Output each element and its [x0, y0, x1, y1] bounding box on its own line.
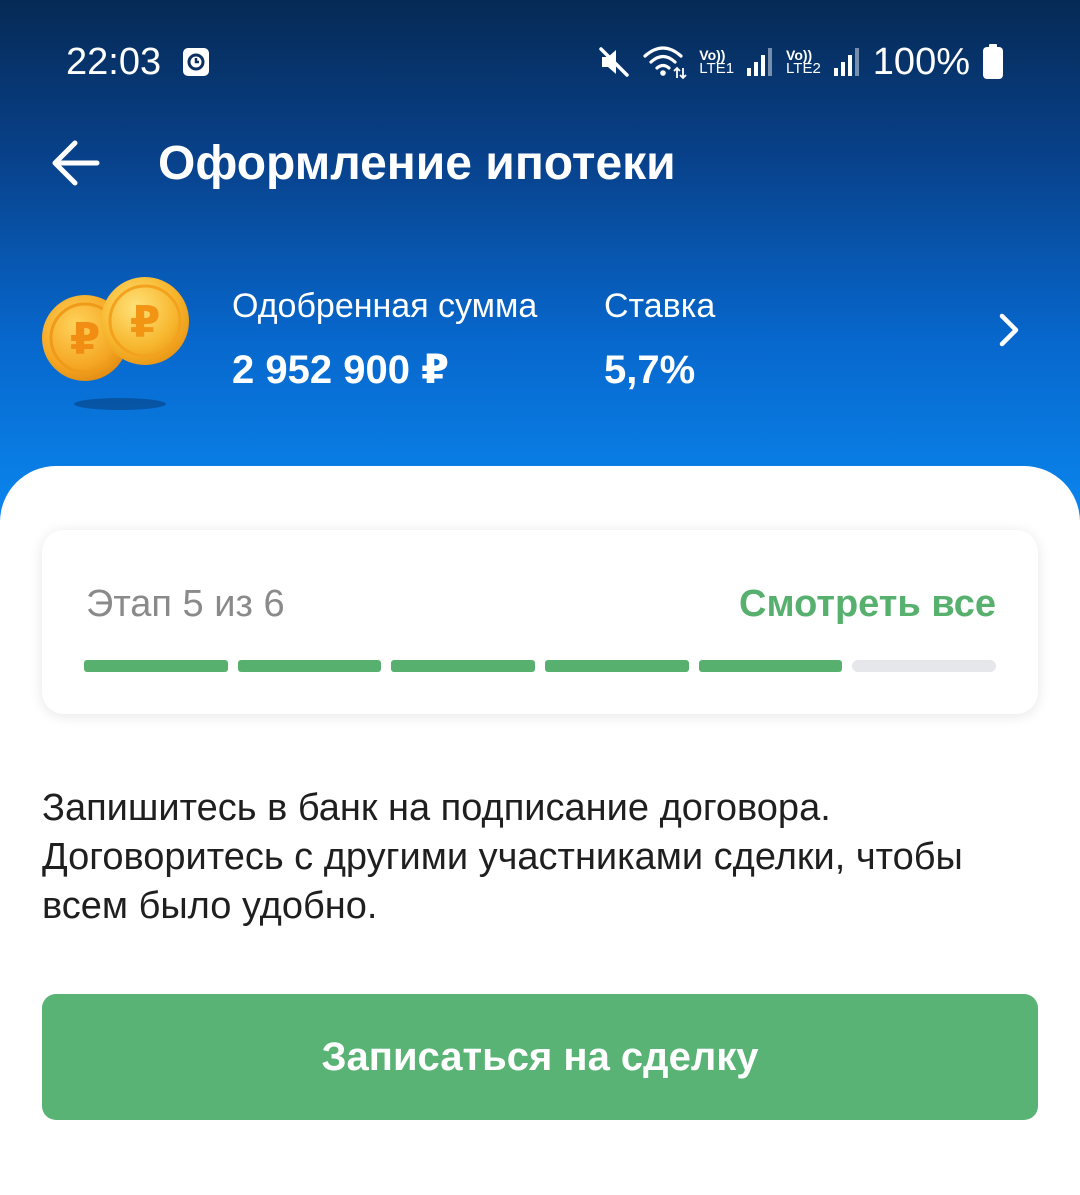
book-deal-button[interactable]: Записаться на сделку — [42, 994, 1038, 1120]
chevron-right-icon[interactable] — [988, 310, 1028, 350]
clock-icon — [183, 48, 209, 76]
stage-card: Этап 5 из 6 Смотреть все — [42, 530, 1038, 714]
svg-text:₽: ₽ — [70, 314, 101, 365]
progress-segment-done — [698, 660, 843, 672]
stage-progress-bar — [84, 660, 997, 672]
wifi-icon — [643, 46, 687, 80]
sim2-network-label: Vo)) LTE2 — [786, 48, 821, 76]
progress-segment-done — [237, 660, 382, 672]
status-icons: Vo)) LTE1 Vo)) LTE2 100% — [597, 38, 1004, 86]
coins-icon: ₽ ₽ — [42, 277, 189, 410]
status-time: 22:03 — [66, 41, 162, 83]
instruction-text: Запишитесь в банк на подписание договора… — [42, 787, 963, 927]
progress-segment-done — [84, 660, 228, 672]
page-title: Оформление ипотеки — [158, 137, 676, 190]
signal-icon — [833, 48, 859, 76]
see-all-link[interactable]: Смотреть все — [739, 582, 996, 626]
approved-amount-value: 2 952 900 ₽ — [232, 348, 449, 392]
mute-icon — [599, 47, 630, 77]
status-bar: 22:03 Vo)) LTE1 Vo)) LTE2 100% — [0, 0, 1080, 120]
progress-segment-done — [545, 660, 689, 672]
sim1-network-label: Vo)) LTE1 — [699, 48, 734, 76]
battery-icon — [983, 44, 1003, 79]
back-button[interactable] — [40, 128, 110, 198]
battery-percent: 100% — [872, 41, 970, 83]
sim2-lte: LTE2 — [786, 60, 821, 77]
mortgage-screen: 22:03 Vo)) LTE1 Vo)) LTE2 100% Оформлени… — [0, 0, 1080, 1195]
signal-icon — [747, 48, 773, 76]
stage-label: Этап 5 из 6 — [86, 583, 285, 625]
sim1-lte: LTE1 — [699, 60, 735, 77]
progress-segment-pending — [852, 660, 997, 672]
approved-amount-label: Одобренная сумма — [232, 287, 538, 325]
arrow-left-icon — [52, 140, 100, 186]
progress-segment-done — [391, 660, 536, 672]
rate-label: Ставка — [604, 287, 716, 325]
svg-text:₽: ₽ — [130, 297, 161, 348]
rate-value: 5,7% — [604, 348, 696, 392]
